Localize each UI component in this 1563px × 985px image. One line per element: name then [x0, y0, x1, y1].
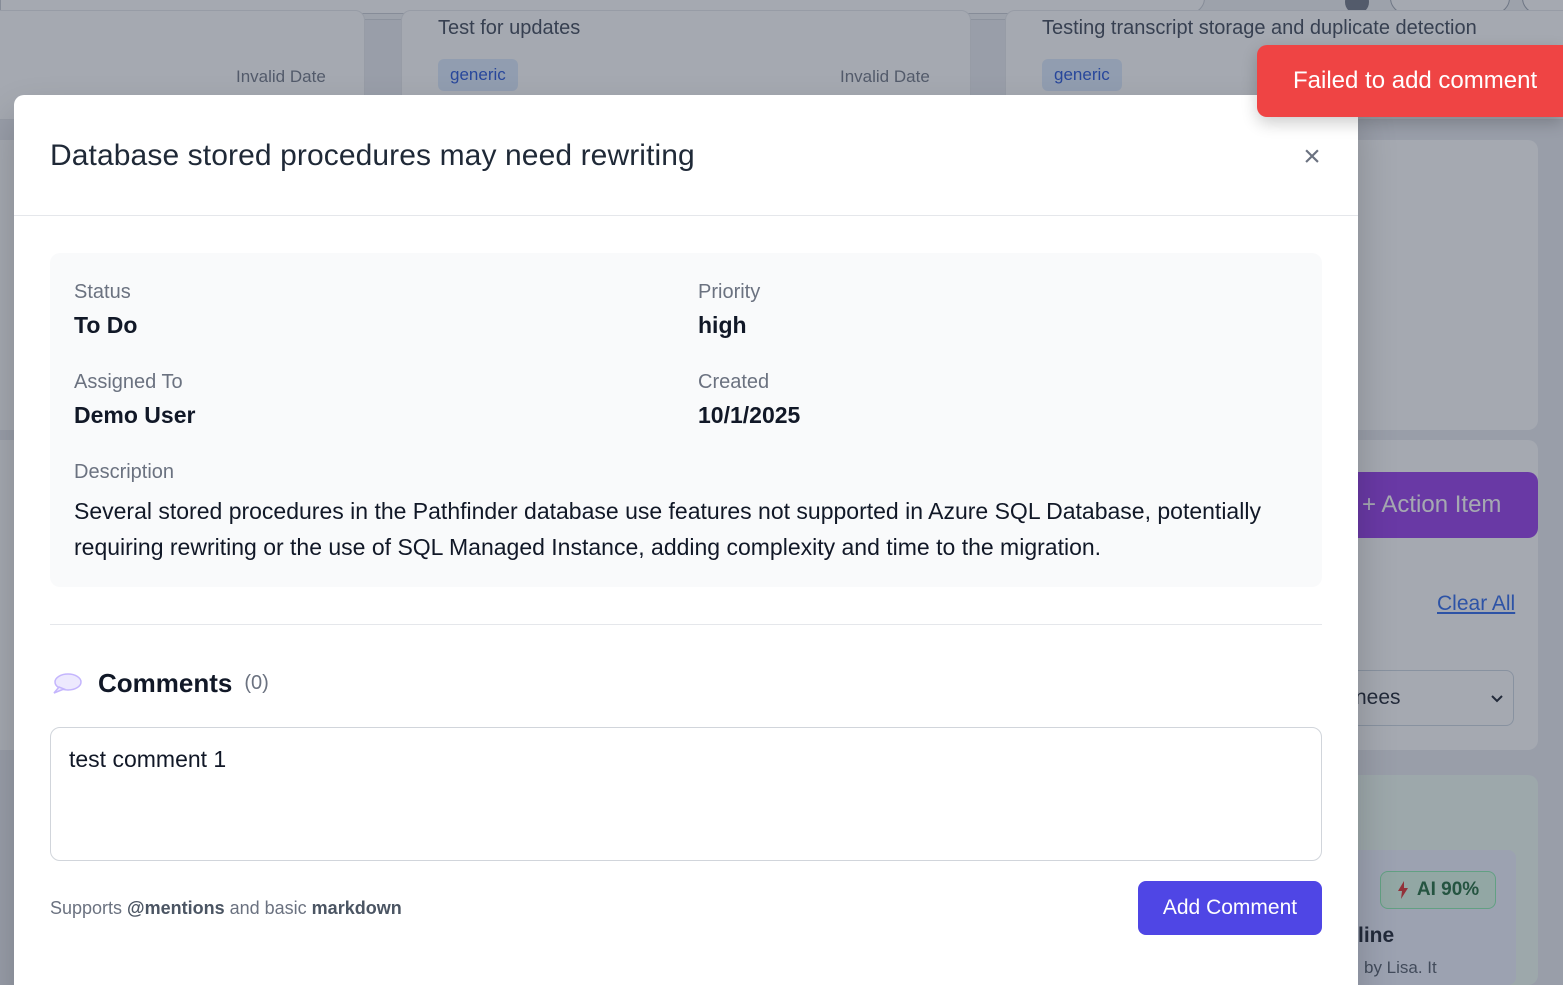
hint-markdown: markdown: [311, 898, 402, 918]
description-text: Several stored procedures in the Pathfin…: [74, 498, 1261, 560]
section-divider: [50, 624, 1322, 625]
created-value: 10/1/2025: [698, 402, 801, 428]
status-label: Status: [74, 281, 131, 303]
toast-message: Failed to add comment: [1293, 67, 1538, 94]
error-toast[interactable]: Failed to add comment: [1257, 45, 1563, 117]
status-value: To Do: [74, 312, 138, 338]
details-panel: Status To Do Priority high Assigned To D…: [50, 253, 1322, 587]
priority-label: Priority: [698, 281, 761, 303]
comment-input[interactable]: [50, 727, 1322, 861]
speech-bubble-icon: [53, 673, 82, 694]
close-button[interactable]: ×: [1298, 140, 1326, 173]
close-icon: ×: [1303, 140, 1321, 173]
hint-mentions: @mentions: [127, 898, 225, 918]
modal-header: Database stored procedures may need rewr…: [14, 95, 1358, 216]
comment-hint: Supports @mentions and basic markdown: [50, 898, 402, 919]
assigned-to-value: Demo User: [74, 402, 196, 428]
assigned-to-label: Assigned To: [74, 371, 183, 393]
hint-middle: and basic: [224, 898, 312, 918]
modal-title: Database stored procedures may need rewr…: [50, 139, 695, 172]
created-label: Created: [698, 371, 770, 393]
action-item-modal: Database stored procedures may need rewr…: [14, 95, 1358, 985]
comments-count: (0): [244, 671, 269, 694]
description-label: Description: [74, 461, 175, 483]
comments-title: Comments: [98, 667, 233, 698]
hint-prefix: Supports: [50, 898, 128, 918]
comments-header: Comments (0): [50, 665, 269, 701]
priority-value: high: [698, 312, 747, 338]
add-comment-button[interactable]: Add Comment: [1138, 881, 1322, 935]
